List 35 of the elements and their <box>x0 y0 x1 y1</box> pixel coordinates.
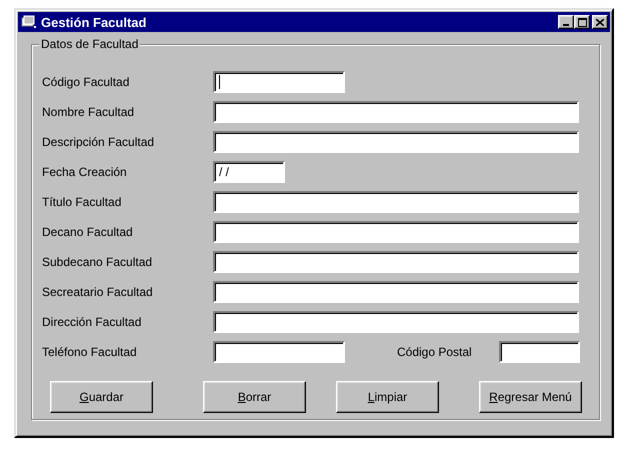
close-button[interactable] <box>592 15 608 29</box>
text-field[interactable] <box>213 311 579 333</box>
field-label: Decano Facultad <box>42 225 134 239</box>
field-label: Código Facultad <box>42 75 130 89</box>
minimize-icon <box>563 24 569 26</box>
text-field[interactable] <box>213 101 579 123</box>
window-title: Gestión Facultad <box>41 14 148 30</box>
minimize-button[interactable] <box>558 15 574 29</box>
text-field[interactable] <box>499 341 580 363</box>
text-field[interactable] <box>213 341 345 363</box>
field-label: Teléfono Facultad <box>42 345 138 359</box>
action-button[interactable]: Guardar <box>50 381 153 413</box>
text-field[interactable] <box>213 71 345 93</box>
action-button[interactable]: Regresar Menú <box>479 381 582 413</box>
field-label: Descripción Facultad <box>42 135 156 149</box>
group-title: Datos de Facultad <box>39 37 140 51</box>
maximize-button[interactable] <box>574 15 590 29</box>
field-label: Subdecano Facultad <box>42 255 154 269</box>
field-label: Secreatario Facultad <box>42 285 154 299</box>
text-field[interactable] <box>213 281 579 303</box>
text-field[interactable]: / / <box>213 161 285 183</box>
app-icon <box>21 15 37 29</box>
field-label: Nombre Facultad <box>42 105 136 119</box>
maximize-icon <box>578 18 586 26</box>
field-label: Código Postal <box>397 345 473 359</box>
text-field[interactable] <box>213 251 579 273</box>
text-field[interactable] <box>213 131 579 153</box>
field-label: Dirección Facultad <box>42 315 142 329</box>
field-label: Título Facultad <box>42 195 122 209</box>
field-label: Fecha Creación <box>42 165 128 179</box>
action-button[interactable]: Limpiar <box>336 381 439 413</box>
text-field[interactable] <box>213 191 579 213</box>
close-icon <box>596 18 604 26</box>
text-field[interactable] <box>213 221 579 243</box>
action-button[interactable]: Borrar <box>203 381 306 413</box>
